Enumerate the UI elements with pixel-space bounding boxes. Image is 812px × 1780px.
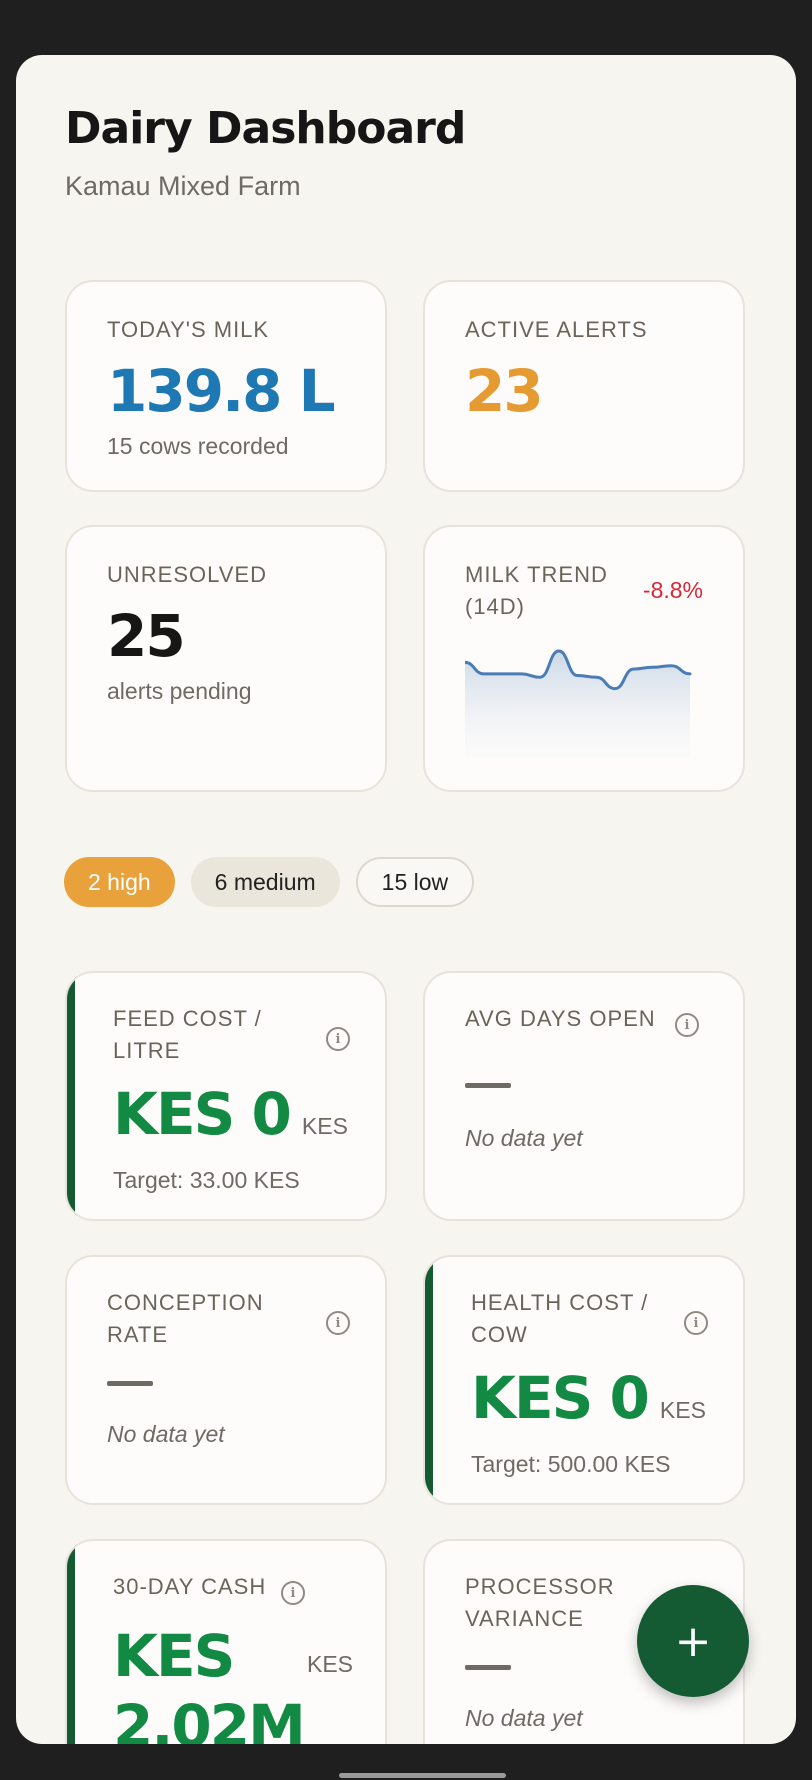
cash-30day-card[interactable]: 30-DAY CASH i KES KES 2.02M (65, 1539, 387, 1744)
conception-rate-card[interactable]: CONCEPTION RATE i No data yet (65, 1255, 387, 1505)
cash-30day-value-line1: KES (113, 1622, 235, 1690)
feed-cost-target: Target: 33.00 KES (113, 1167, 300, 1193)
avg-days-open-card[interactable]: AVG DAYS OPEN i No data yet (423, 971, 745, 1221)
health-cost-label: HEALTH COST / COW (471, 1287, 648, 1351)
active-alerts-label: ACTIVE ALERTS (465, 317, 648, 342)
health-cost-label-line2: COW (471, 1322, 528, 1347)
chip-medium[interactable]: 6 medium (190, 857, 340, 907)
milk-trend-label-line1: MILK TREND (465, 562, 608, 587)
info-icon[interactable]: i (675, 1013, 699, 1037)
cash-30day-unit: KES (307, 1651, 354, 1677)
health-cost-card[interactable]: HEALTH COST / COW i KES 0 KES Target: 50… (423, 1255, 745, 1505)
feed-cost-label-line2: LITRE (113, 1038, 181, 1063)
empty-value-dash (465, 1665, 511, 1670)
conception-rate-label: CONCEPTION RATE (107, 1287, 264, 1351)
page-header: Dairy Dashboard Kamau Mixed Farm (65, 103, 466, 202)
cash-30day-value-line2: 2.02M (113, 1692, 306, 1744)
alerts-pending: alerts pending (107, 678, 252, 704)
health-cost-label-line1: HEALTH COST / (471, 1290, 649, 1315)
chip-high[interactable]: 2 high (64, 857, 175, 907)
processor-variance-empty: No data yet (465, 1705, 583, 1731)
milk-trend-sparkline (465, 649, 692, 757)
empty-value-dash (107, 1381, 153, 1386)
info-icon[interactable]: i (326, 1311, 350, 1335)
conception-rate-empty: No data yet (107, 1421, 225, 1447)
farm-name: Kamau Mixed Farm (65, 171, 301, 201)
unresolved-value: 25 (107, 602, 186, 670)
active-alerts-card[interactable]: ACTIVE ALERTS 23 (423, 280, 745, 492)
empty-value-dash (465, 1083, 511, 1088)
avg-days-open-empty: No data yet (465, 1125, 583, 1151)
avg-days-open-label: AVG DAYS OPEN (465, 1006, 656, 1031)
milk-trend-change: -8.8% (642, 577, 703, 603)
processor-variance-label-line2: VARIANCE (465, 1606, 584, 1631)
conception-rate-label-line2: RATE (107, 1322, 169, 1347)
plus-icon: + (674, 1615, 712, 1667)
app-screen: Dairy Dashboard Kamau Mixed Farm TODAY'S… (16, 55, 796, 1744)
health-cost-value: KES 0 (471, 1364, 650, 1432)
unresolved-label: UNRESOLVED (107, 562, 267, 587)
cows-recorded: 15 cows recorded (107, 433, 289, 459)
todays-milk-card[interactable]: TODAY'S MILK 139.8 L 15 cows recorded (65, 280, 387, 492)
health-cost-unit: KES (659, 1397, 706, 1423)
feed-cost-value-row: KES 0 KES (113, 1085, 348, 1143)
unresolved-card[interactable]: UNRESOLVED 25 alerts pending (65, 525, 387, 792)
processor-variance-label: PROCESSOR VARIANCE (465, 1571, 615, 1635)
processor-variance-label-line1: PROCESSOR (465, 1574, 615, 1599)
add-record-button[interactable]: + (637, 1585, 749, 1697)
cash-30day-label: 30-DAY CASH (113, 1574, 267, 1599)
health-cost-value-row: KES 0 KES (471, 1369, 706, 1427)
milk-trend-label-line2: (14D) (465, 594, 526, 619)
feed-cost-card[interactable]: FEED COST / LITRE i KES 0 KES Target: 33… (65, 971, 387, 1221)
feed-cost-label-line1: FEED COST / (113, 1006, 262, 1031)
todays-milk-label: TODAY'S MILK (107, 317, 270, 342)
device-frame: Dairy Dashboard Kamau Mixed Farm TODAY'S… (0, 0, 812, 1780)
feed-cost-label: FEED COST / LITRE (113, 1003, 262, 1067)
feed-cost-unit: KES (301, 1113, 348, 1139)
home-indicator[interactable] (339, 1773, 506, 1778)
info-icon[interactable]: i (684, 1311, 708, 1335)
active-alerts-value: 23 (465, 357, 544, 425)
info-icon[interactable]: i (326, 1027, 350, 1051)
page-title: Dairy Dashboard (65, 103, 466, 154)
feed-cost-value: KES 0 (113, 1080, 292, 1148)
info-icon[interactable]: i (281, 1581, 305, 1605)
chip-low[interactable]: 15 low (355, 857, 475, 907)
milk-trend-card[interactable]: MILK TREND (14D) -8.8% (423, 525, 745, 792)
todays-milk-value: 139.8 L (107, 357, 336, 425)
alert-severity-chips: 2 high 6 medium 15 low (64, 857, 475, 907)
conception-rate-label-line1: CONCEPTION (107, 1290, 264, 1315)
milk-trend-label: MILK TREND (14D) (465, 559, 608, 623)
health-cost-target: Target: 500.00 KES (471, 1451, 671, 1477)
